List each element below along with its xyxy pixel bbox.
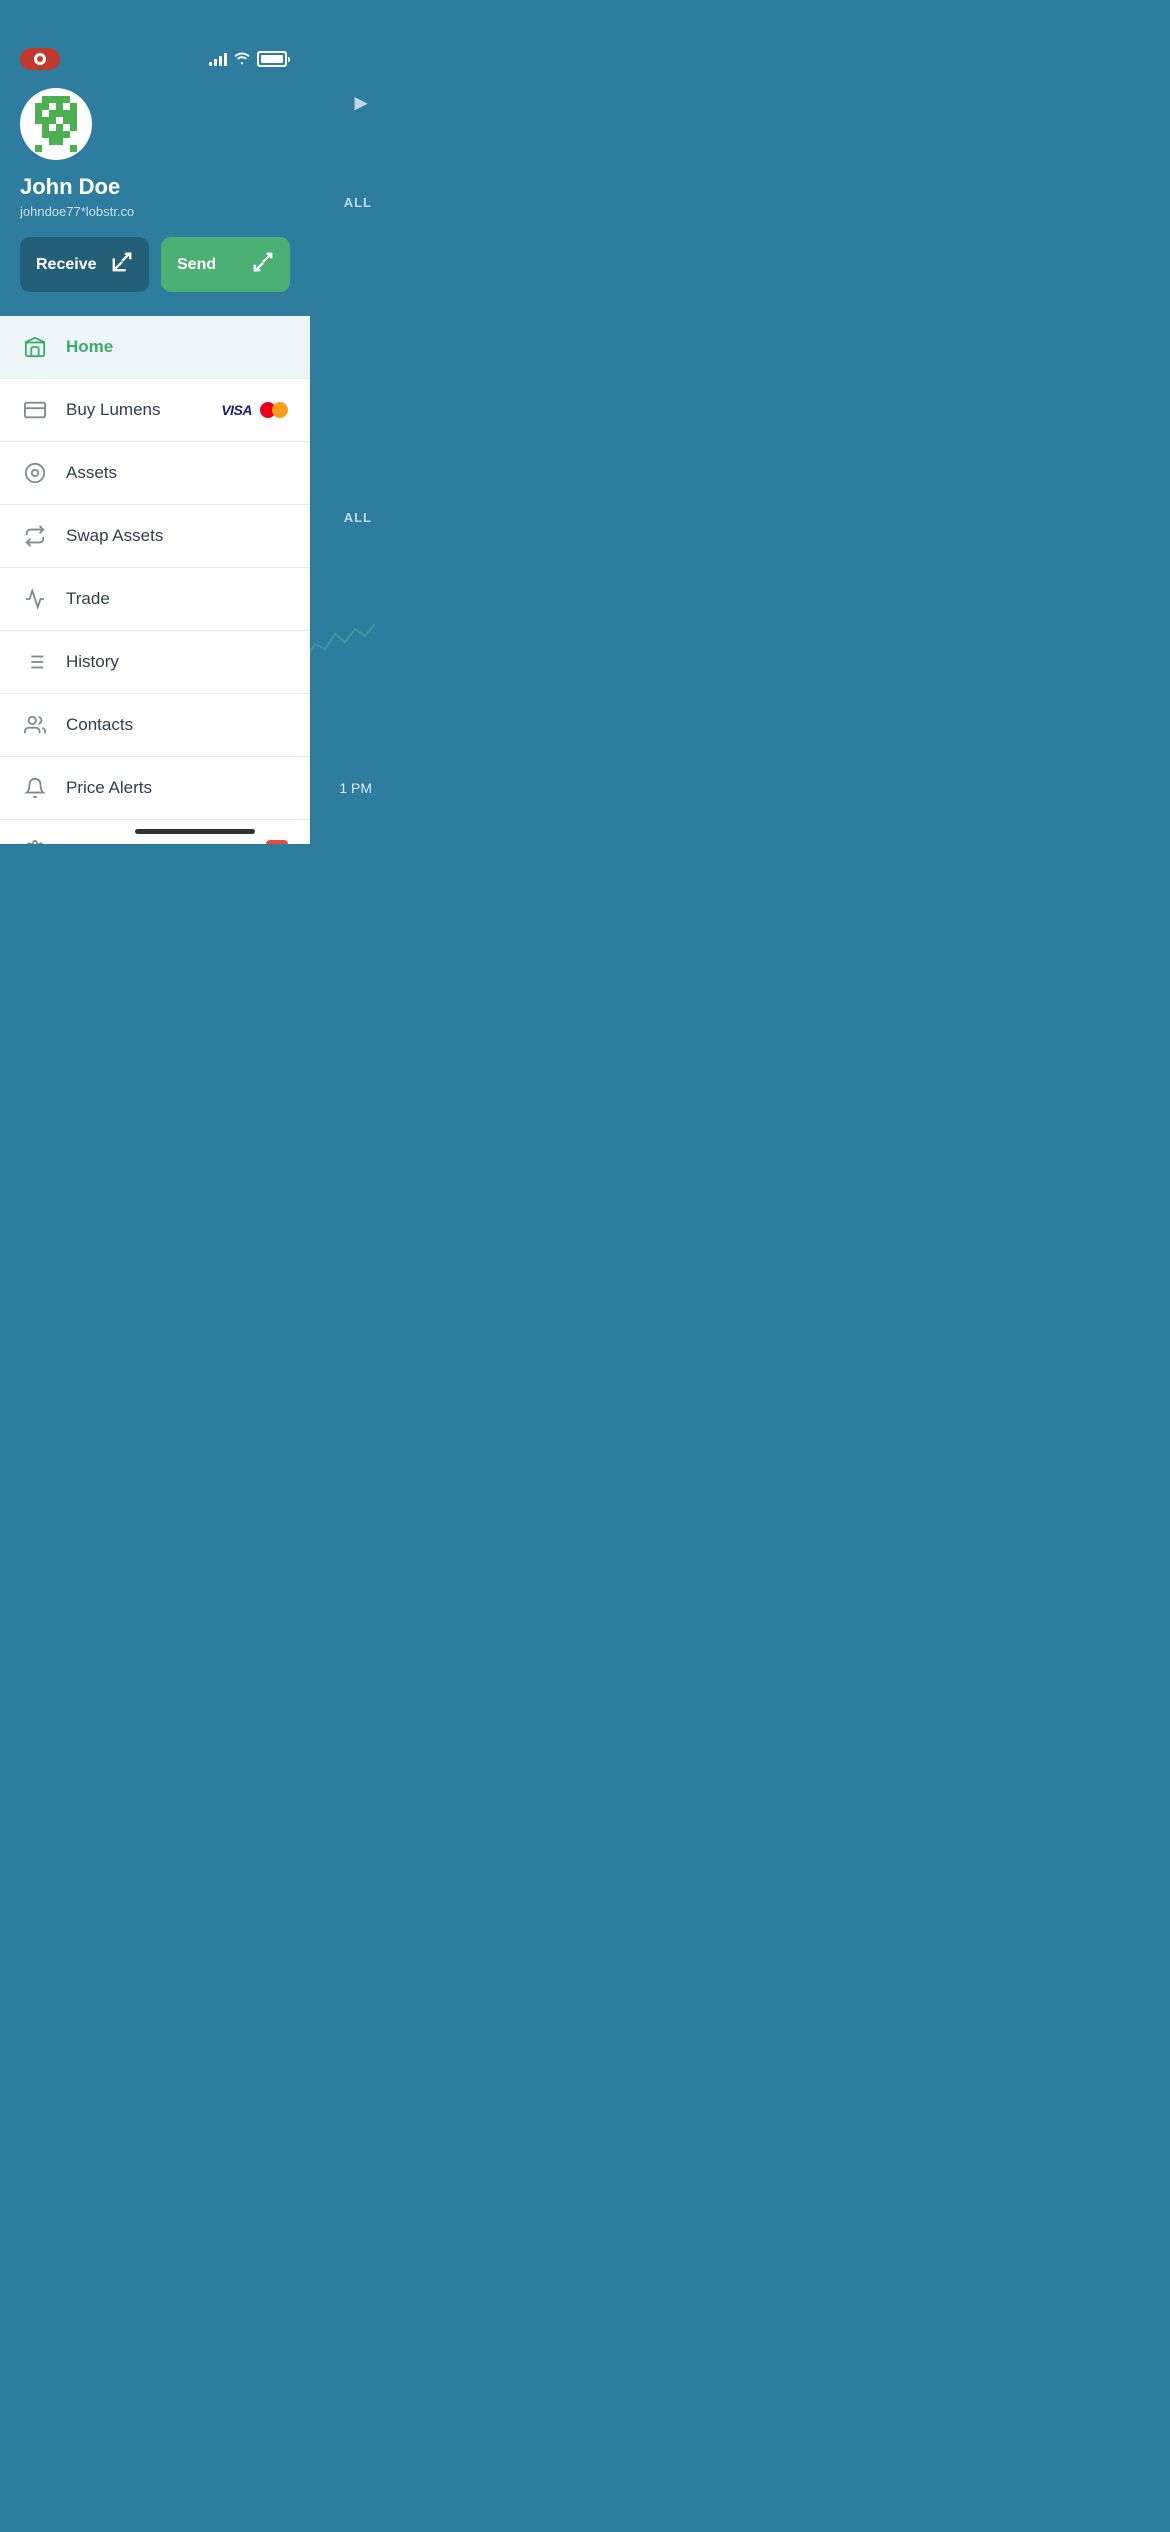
menu-list: Home Buy Lumens VISA	[0, 316, 310, 844]
sidebar-item-buy-lumens-label: Buy Lumens	[66, 400, 161, 420]
history-icon	[22, 651, 48, 673]
card-icon	[22, 399, 48, 421]
security-badge	[266, 840, 288, 844]
action-buttons: Receive Send	[20, 237, 290, 292]
drawer-panel: John Doe johndoe77*lobstr.co Receive Sen…	[0, 0, 310, 844]
recording-dot	[34, 53, 46, 65]
contacts-icon	[22, 714, 48, 736]
assets-icon	[22, 462, 48, 484]
sidebar-item-trade[interactable]: Trade	[0, 568, 310, 630]
time-label: 1 PM	[339, 780, 372, 796]
recording-indicator	[20, 48, 60, 70]
send-icon	[252, 251, 274, 278]
sidebar-item-swap-assets-label: Swap Assets	[66, 526, 163, 546]
signal-bars-icon	[209, 52, 227, 66]
sidebar-item-swap-assets[interactable]: Swap Assets	[0, 505, 310, 567]
gear-icon	[22, 840, 48, 844]
avatar-pixel-art	[28, 96, 84, 152]
home-indicator	[135, 829, 255, 834]
avatar	[20, 88, 92, 160]
sidebar-item-price-alerts[interactable]: Price Alerts	[0, 757, 310, 819]
sidebar-item-contacts-label: Contacts	[66, 715, 133, 735]
sidebar-item-history[interactable]: History	[0, 631, 310, 693]
swap-icon	[22, 525, 48, 547]
send-button[interactable]: Send	[161, 237, 290, 292]
sidebar-item-assets[interactable]: Assets	[0, 442, 310, 504]
sidebar-item-home[interactable]: Home	[0, 316, 310, 378]
sidebar-item-history-label: History	[66, 652, 119, 672]
screen: ► ALL ALL 1 PM	[0, 0, 390, 844]
home-icon	[22, 336, 48, 358]
sidebar-item-price-alerts-label: Price Alerts	[66, 778, 152, 798]
status-bar	[20, 48, 290, 70]
receive-button[interactable]: Receive	[20, 237, 149, 292]
visa-text: VISA	[221, 402, 252, 418]
all-label-bottom: ALL	[344, 510, 372, 525]
send-label: Send	[177, 256, 216, 274]
mastercard-icon	[260, 401, 288, 419]
all-label-top: ALL	[344, 195, 372, 210]
sidebar-item-assets-label: Assets	[66, 463, 117, 483]
sidebar-item-trade-label: Trade	[66, 589, 110, 609]
sidebar-item-contacts[interactable]: Contacts	[0, 694, 310, 756]
battery-icon	[257, 51, 290, 67]
receive-label: Receive	[36, 256, 97, 274]
bell-icon	[22, 777, 48, 799]
send-icon: ►	[350, 90, 372, 116]
sidebar-item-buy-lumens[interactable]: Buy Lumens VISA	[0, 379, 310, 441]
drawer-header: John Doe johndoe77*lobstr.co Receive Sen…	[0, 0, 310, 316]
user-address: johndoe77*lobstr.co	[20, 204, 290, 219]
sidebar-item-home-label: Home	[66, 337, 113, 357]
receive-icon	[111, 251, 133, 278]
user-name: John Doe	[20, 174, 290, 200]
visa-mastercard-badge: VISA	[221, 401, 288, 419]
trade-icon	[22, 588, 48, 610]
sidebar-item-settings-label: Settings	[66, 841, 127, 844]
status-icons	[209, 51, 290, 68]
wifi-icon	[233, 51, 251, 68]
